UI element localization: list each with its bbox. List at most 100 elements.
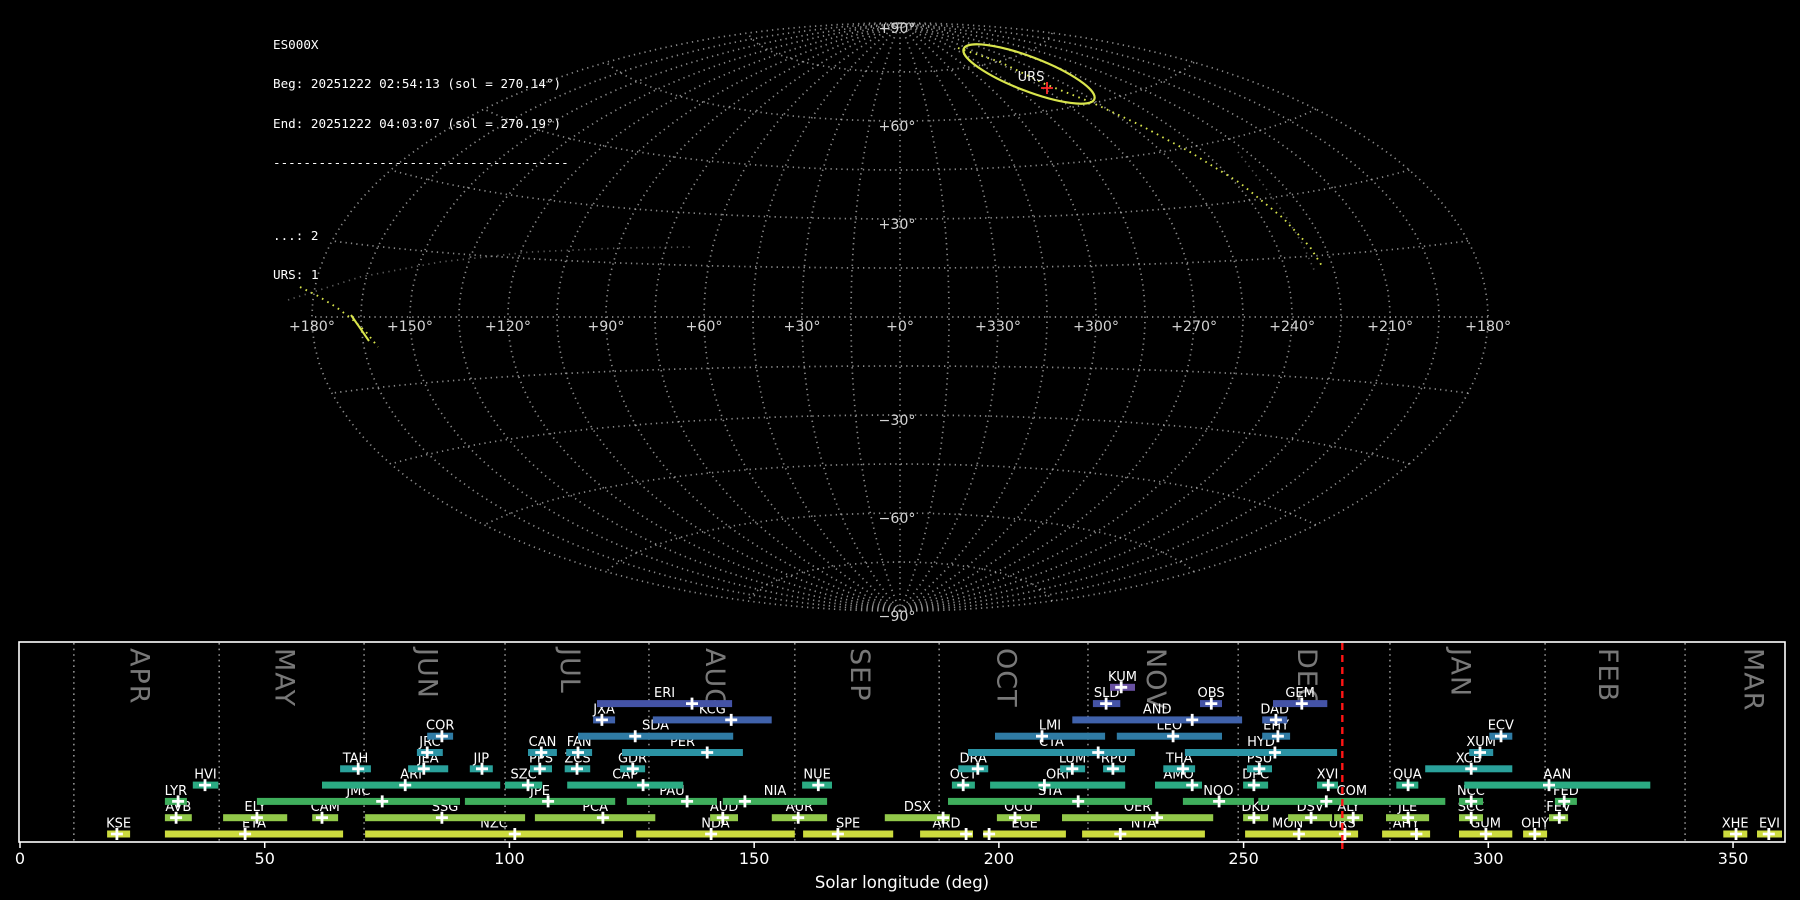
- shower-bar-CTA: [968, 749, 1135, 756]
- shower-bar-AAN: [1464, 781, 1651, 789]
- latitude-label: +60°: [878, 119, 915, 135]
- shower-peak-marker-AND: [1186, 713, 1199, 726]
- month-label: FEB: [1592, 648, 1623, 702]
- shower-bar-NZC: [365, 830, 623, 838]
- shower-label-AAN: AAN: [1543, 768, 1571, 783]
- shower-peak-marker-ARD: [960, 828, 973, 840]
- longitude-label: +300°: [1073, 319, 1119, 335]
- month-label: MAY: [269, 648, 300, 707]
- shower-label-AND: AND: [1143, 702, 1172, 717]
- shower-bar-PAU: [626, 797, 717, 805]
- shower-bar-EGE: [983, 830, 1066, 838]
- x-tick-label: 0: [15, 849, 25, 868]
- x-tick-label: 350: [1718, 849, 1749, 868]
- shower-peak-marker-EGE: [983, 828, 996, 840]
- shower-label-CAN: CAN: [529, 735, 557, 750]
- shower-label-NOO: NOO: [1203, 784, 1233, 799]
- month-label: NOV: [1140, 648, 1171, 710]
- observation-info-block: ES000X Beg: 20251222 02:54:13 (sol = 270…: [273, 12, 569, 307]
- yellow-dotted-curve-right: [957, 47, 1323, 267]
- shower-bar-ORI: [990, 781, 1126, 789]
- shower-bar-KCG: [652, 716, 772, 724]
- count-urs: URS: 1: [273, 266, 319, 282]
- longitude-label: +90°: [587, 319, 624, 335]
- shower-label-DSX: DSX: [904, 800, 931, 815]
- longitude-label: +180°: [1465, 319, 1511, 335]
- x-axis-title: Solar longitude (deg): [815, 873, 989, 892]
- shower-label-HVI: HVI: [194, 768, 217, 783]
- month-label: JAN: [1445, 646, 1476, 697]
- latitude-label: −90°: [878, 609, 915, 625]
- shower-bar-SDA: [578, 732, 734, 740]
- month-label: APR: [124, 648, 155, 705]
- shower-peak-marker-NZC: [508, 828, 521, 840]
- urs-radiant-label: URS: [1018, 70, 1045, 85]
- station-id: ES000X: [273, 37, 319, 53]
- shower-label-LMI: LMI: [1039, 719, 1061, 734]
- shower-bar-ETA: [164, 830, 344, 838]
- shower-peak-marker-JMC: [376, 795, 389, 808]
- shower-label-OBS: OBS: [1198, 686, 1225, 701]
- longitude-label: +150°: [387, 319, 433, 335]
- latitude-label: +90°: [878, 21, 915, 37]
- longitude-label: +120°: [485, 319, 531, 335]
- sky-grid-meridian: [654, 22, 901, 612]
- meteor-observation-report: URS +90° +60° +30° −30° −60° −90° +180° +150° +12…: [0, 0, 1800, 900]
- sky-grid-meridian: [899, 22, 1048, 612]
- longitude-label: +270°: [1171, 319, 1217, 335]
- count-unassociated: ...: 2: [273, 227, 319, 243]
- month-label: JUL: [554, 646, 585, 694]
- shower-bar-AND: [1072, 716, 1243, 724]
- latitude-label: −60°: [878, 511, 915, 527]
- shower-label-TAH: TAH: [342, 751, 369, 766]
- shower-bar-JMC: [256, 797, 460, 805]
- shower-label-LYR: LYR: [165, 784, 188, 799]
- yellow-solid-segment: [350, 314, 370, 342]
- shower-bar-PCA: [534, 814, 656, 822]
- shower-label-QUA: QUA: [1393, 768, 1422, 783]
- shower-peak-marker-KCG: [725, 713, 738, 726]
- longitude-label: +330°: [975, 319, 1021, 335]
- shower-label-KSE: KSE: [106, 817, 131, 832]
- shower-peak-marker-NIA: [738, 795, 751, 808]
- month-label: OCT: [991, 648, 1022, 708]
- shower-bar-COM: [1258, 797, 1446, 805]
- x-tick-label: 300: [1473, 849, 1504, 868]
- shower-bar-PER: [622, 749, 743, 756]
- shower-bar-AHY: [1382, 830, 1431, 838]
- shower-bar-CAP: [567, 781, 684, 789]
- shower-bar-ERI: [597, 700, 733, 708]
- sky-grid-meridian: [556, 22, 901, 612]
- shower-bar-NIA: [722, 797, 828, 805]
- shower-peak-marker-STA: [1072, 795, 1085, 808]
- shower-label-COM: COM: [1337, 784, 1368, 799]
- shower-label-COR: COR: [426, 719, 454, 734]
- longitude-label: +30°: [783, 319, 820, 335]
- shower-peak-marker-CAP: [637, 779, 650, 792]
- shower-label-ERI: ERI: [654, 686, 675, 701]
- x-tick-label: 50: [255, 849, 275, 868]
- shower-peak-marker-PER: [701, 746, 714, 759]
- shower-bar-HYD: [1184, 749, 1338, 756]
- x-tick-label: 150: [739, 849, 770, 868]
- shower-peak-marker-SDA: [629, 730, 642, 743]
- shower-bar-JPE: [464, 797, 616, 805]
- shower-bar-STA: [948, 797, 1153, 805]
- shower-label-NUE: NUE: [803, 768, 830, 783]
- x-tick-label: 250: [1228, 849, 1259, 868]
- shower-label-XHE: XHE: [1722, 817, 1749, 832]
- latitude-label: +30°: [878, 217, 915, 233]
- month-label: SEP: [844, 648, 875, 701]
- separator-line: ---------------------------------------: [273, 155, 569, 171]
- begin-time-line: Beg: 20251222 02:54:13 (sol = 270.14°): [273, 76, 562, 92]
- month-label: JUN: [412, 646, 443, 699]
- end-time-line: End: 20251222 04:03:07 (sol = 270.19°): [273, 115, 562, 131]
- shower-label-KUM: KUM: [1108, 670, 1137, 685]
- shower-peak-marker-ERI: [686, 697, 698, 710]
- shower-bar-MON: [1245, 830, 1331, 838]
- longitude-label: +60°: [685, 319, 722, 335]
- shower-label-EVI: EVI: [1759, 817, 1780, 832]
- x-tick-label: 200: [984, 849, 1015, 868]
- shower-label-SPE: SPE: [836, 817, 860, 832]
